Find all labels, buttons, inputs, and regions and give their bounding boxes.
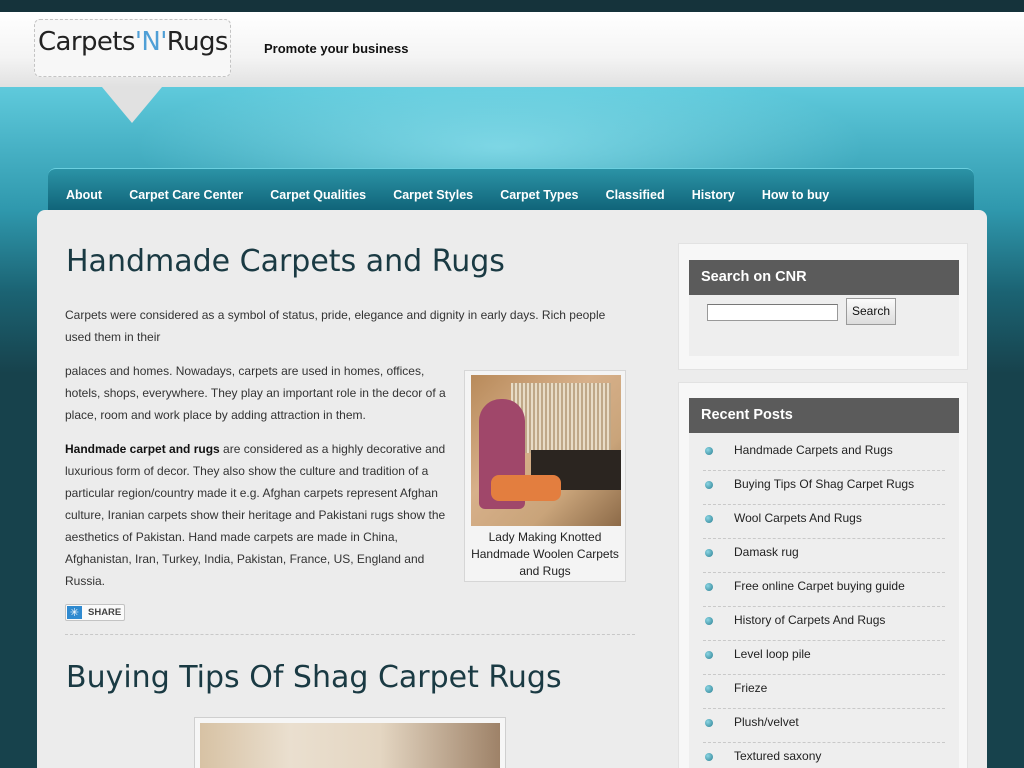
recent-post-link[interactable]: Textured saxony xyxy=(703,743,945,768)
recent-posts-widget-body: Recent Posts Handmade Carpets and Rugs B… xyxy=(689,398,959,768)
nav-item-about[interactable]: About xyxy=(66,188,102,202)
nav-item-carpet-care-center[interactable]: Carpet Care Center xyxy=(129,188,243,202)
site-logo[interactable]: Carpets'N'Rugs xyxy=(38,27,228,57)
nav-item-carpet-qualities[interactable]: Carpet Qualities xyxy=(270,188,366,202)
search-input[interactable] xyxy=(707,304,838,321)
post-title[interactable]: Handmade Carpets and Rugs xyxy=(66,244,505,279)
nav-item-carpet-styles[interactable]: Carpet Styles xyxy=(393,188,473,202)
recent-post-link[interactable]: Level loop pile xyxy=(703,641,945,675)
post-paragraph: Handmade carpet and rugs are considered … xyxy=(65,438,455,592)
bullet-icon xyxy=(705,549,713,557)
bullet-icon xyxy=(705,447,713,455)
bullet-icon xyxy=(705,651,713,659)
bullet-icon xyxy=(705,719,713,727)
nav-item-history[interactable]: History xyxy=(692,188,735,202)
share-icon: ✳ xyxy=(67,606,82,619)
share-button[interactable]: ✳ SHARE xyxy=(65,604,125,621)
carpet-weaving-photo[interactable] xyxy=(471,375,621,526)
search-button[interactable]: Search xyxy=(846,298,896,325)
post-paragraph-text: are considered as a highly decorative an… xyxy=(65,442,446,588)
recent-post-label: Textured saxony xyxy=(734,749,822,763)
post-title[interactable]: Buying Tips Of Shag Carpet Rugs xyxy=(66,660,562,695)
nav-item-how-to-buy[interactable]: How to buy xyxy=(762,188,829,202)
post-image-frame xyxy=(194,717,506,768)
recent-post-label: Handmade Carpets and Rugs xyxy=(734,443,893,457)
recent-post-link[interactable]: Handmade Carpets and Rugs xyxy=(703,437,945,471)
bullet-icon xyxy=(705,617,713,625)
nav-item-classified[interactable]: Classified xyxy=(606,188,665,202)
main-navigation: About Carpet Care Center Carpet Qualitie… xyxy=(48,168,974,212)
site-tagline: Promote your business xyxy=(264,41,409,56)
recent-post-link[interactable]: Plush/velvet xyxy=(703,709,945,743)
recent-post-label: Plush/velvet xyxy=(734,715,799,729)
bullet-icon xyxy=(705,515,713,523)
post-figure: Lady Making Knotted Handmade Woolen Carp… xyxy=(464,370,626,582)
logo-text-n: 'N' xyxy=(134,27,168,57)
logo-text-rugs: Rugs xyxy=(166,27,229,57)
shag-rug-photo[interactable] xyxy=(200,723,500,768)
recent-post-label: Wool Carpets And Rugs xyxy=(734,511,862,525)
recent-post-link[interactable]: History of Carpets And Rugs xyxy=(703,607,945,641)
recent-post-link[interactable]: Frieze xyxy=(703,675,945,709)
bullet-icon xyxy=(705,583,713,591)
recent-post-link[interactable]: Free online Carpet buying guide xyxy=(703,573,945,607)
bullet-icon xyxy=(705,685,713,693)
recent-post-label: Damask rug xyxy=(734,545,799,559)
logo-pointer xyxy=(102,87,162,123)
loom-shape xyxy=(511,383,611,453)
recent-post-link[interactable]: Damask rug xyxy=(703,539,945,573)
post-intro: Carpets were considered as a symbol of s… xyxy=(65,308,606,344)
recent-post-label: Level loop pile xyxy=(734,647,811,661)
post-divider xyxy=(65,634,635,635)
weaver-skirt-shape xyxy=(491,475,561,501)
top-strip xyxy=(0,0,1024,12)
recent-posts-list: Handmade Carpets and Rugs Buying Tips Of… xyxy=(703,437,945,768)
search-widget-title: Search on CNR xyxy=(689,260,959,295)
recent-post-label: Buying Tips Of Shag Carpet Rugs xyxy=(734,477,915,491)
recent-post-label: Frieze xyxy=(734,681,768,695)
bullet-icon xyxy=(705,753,713,761)
post-paragraph: palaces and homes. Nowadays, carpets are… xyxy=(65,364,446,422)
recent-post-label: Free online Carpet buying guide xyxy=(734,579,905,593)
recent-post-label: History of Carpets And Rugs xyxy=(734,613,886,627)
share-label: SHARE xyxy=(88,607,122,618)
figure-caption: Lady Making Knotted Handmade Woolen Carp… xyxy=(471,530,619,578)
search-widget: Search on CNR Search xyxy=(678,243,968,370)
bullet-icon xyxy=(705,481,713,489)
logo-text-carpets: Carpets xyxy=(38,27,135,57)
search-widget-body: Search on CNR Search xyxy=(689,260,959,356)
nav-item-carpet-types[interactable]: Carpet Types xyxy=(500,188,578,202)
recent-post-link[interactable]: Wool Carpets And Rugs xyxy=(703,505,945,539)
recent-post-link[interactable]: Buying Tips Of Shag Carpet Rugs xyxy=(703,471,945,505)
recent-posts-title: Recent Posts xyxy=(689,398,959,433)
post-paragraph-bold[interactable]: Handmade carpet and rugs xyxy=(65,442,220,456)
recent-posts-widget: Recent Posts Handmade Carpets and Rugs B… xyxy=(678,382,968,768)
